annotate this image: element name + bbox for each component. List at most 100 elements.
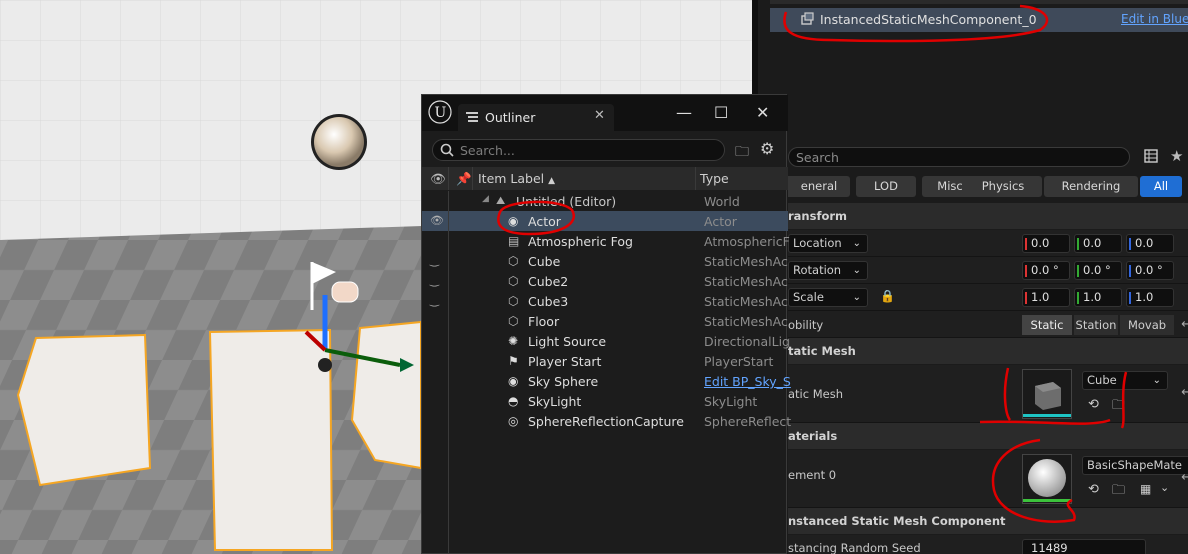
random-seed-field[interactable]: 11489 [1022,539,1146,554]
static-mesh-value: Cube [1087,373,1117,387]
location-y[interactable]: 0.0 [1074,234,1122,253]
mobility-label: obility [788,318,824,332]
hidden-eye-icon[interactable]: ‿ [430,274,439,287]
filter-all[interactable]: All [1140,176,1182,197]
element-0-label: ement 0 [788,468,837,482]
mobility-static[interactable]: Static [1022,315,1072,335]
rotation-dropdown[interactable]: Rotation ⌄ [788,261,868,280]
scale-row: Scale ⌄ 🔒 1.0 1.0 1.0 [788,284,1188,311]
close-window-icon[interactable]: ✕ [756,103,769,122]
list-item-actor[interactable]: 👁 ◉ Actor Actor [422,211,788,231]
list-item-type: StaticMeshAc [704,294,788,309]
chevron-down-icon: ⌄ [852,265,861,276]
chevron-down-icon: ⌄ [852,238,861,249]
close-tab-icon[interactable]: ✕ [594,108,605,123]
location-row: Location ⌄ 0.0 0.0 0.0 [788,230,1188,257]
checker-icon[interactable]: ▦ [1140,482,1151,496]
maximize-icon[interactable]: ☐ [714,103,728,122]
material-dropdown[interactable]: BasicShapeMate [1082,456,1188,475]
edit-in-blueprint-link[interactable]: Edit in Blueprint [1121,12,1188,26]
mobility-movable[interactable]: Movab [1120,315,1174,335]
minimize-icon[interactable]: — [676,103,692,122]
location-label: Location [793,236,842,250]
list-item-cube[interactable]: ‿ ⬡ Cube StaticMeshAc [422,251,788,271]
actor-icon: ◉ [508,374,519,388]
section-static-mesh[interactable]: tatic Mesh [788,338,1188,364]
list-item-label: Floor [528,314,560,329]
rotation-z[interactable]: 0.0 ° [1126,261,1174,280]
favorite-star-icon[interactable]: ★ [1170,147,1183,165]
filter-physics[interactable]: Physics [964,176,1042,197]
column-divider[interactable] [448,167,449,190]
section-transform[interactable]: ransform [788,203,1188,229]
filter-general[interactable]: eneral [788,176,850,197]
static-mesh-dropdown[interactable]: Cube ⌄ [1082,371,1168,390]
reset-arrow-icon[interactable]: ↩ [1181,385,1188,400]
component-row-selected[interactable]: InstancedStaticMeshComponent_0 Edit in B… [770,8,1188,32]
rotation-y[interactable]: 0.0 ° [1074,261,1122,280]
use-selected-icon[interactable]: ⟲ [1088,482,1099,497]
filter-lod[interactable]: LOD [856,176,916,197]
location-x[interactable]: 0.0 [1022,234,1070,253]
section-materials[interactable]: aterials [788,423,1188,449]
pin-column-icon[interactable]: 📌 [456,171,472,187]
editor-root: InstancedStaticMeshComponent_0 Edit in B… [0,0,1188,554]
filter-rendering[interactable]: Rendering [1044,176,1138,197]
chevron-down-icon[interactable]: ⌄ [1160,481,1169,494]
visibility-eye-icon[interactable]: 👁 [430,214,444,227]
list-item-skylight[interactable]: ◓ SkyLight SkyLight [422,391,788,411]
type-header[interactable]: Type [700,171,729,186]
location-dropdown[interactable]: Location ⌄ [788,234,868,253]
list-item-label: Untitled (Editor) [516,194,617,209]
lock-icon[interactable]: 🔒 [880,289,895,303]
browse-folder-icon[interactable]: 🗀 [1112,396,1125,418]
use-selected-icon[interactable]: ⟲ [1088,397,1099,412]
column-divider[interactable] [695,167,696,190]
svg-text:U: U [435,105,447,121]
world-icon: ⛰ [496,194,506,207]
list-item-cube2[interactable]: ‿ ⬡ Cube2 StaticMeshAc [422,271,788,291]
chevron-down-icon: ⌄ [1152,375,1161,386]
section-ism[interactable]: nstanced Static Mesh Component [788,508,1188,534]
outliner-search-input[interactable]: Search... [432,139,725,161]
column-divider[interactable] [472,167,473,190]
list-item-label: Atmospheric Fog [528,234,633,249]
list-item-label: Cube [528,254,561,269]
list-item-world[interactable]: ◢ ⛰ Untitled (Editor) World [422,191,788,211]
list-item-cube3[interactable]: ‿ ⬡ Cube3 StaticMeshAc [422,291,788,311]
hidden-eye-icon[interactable]: ‿ [430,254,439,267]
list-item-sphere-reflection-capture[interactable]: ◎ SphereReflectionCapture SphereReflect [422,411,791,431]
player-start-icon: ⚑ [508,354,519,368]
details-panel: InstancedStaticMeshComponent_0 Edit in B… [752,0,1188,554]
material-thumbnail[interactable] [1022,454,1072,504]
scale-dropdown[interactable]: Scale ⌄ [788,288,868,307]
list-item-floor[interactable]: ⬡ Floor StaticMeshAc [422,311,788,331]
list-item-atmospheric-fog[interactable]: ▤ Atmospheric Fog AtmosphericF [422,231,790,251]
list-item-sky-sphere[interactable]: ◉ Sky Sphere Edit BP_Sky_S [422,371,791,391]
gear-icon[interactable]: ⚙ [760,139,774,158]
expand-arrow-icon[interactable]: ◢ [482,194,489,204]
instanced-mesh-icon [801,12,814,25]
list-item-player-start[interactable]: ⚑ Player Start PlayerStart [422,351,788,371]
table-view-icon[interactable] [1144,149,1158,163]
list-item-light-source[interactable]: ✺ Light Source DirectionalLig [422,331,790,351]
reset-arrow-icon[interactable]: ↩ [1181,470,1188,485]
mobility-stationary[interactable]: Station [1074,315,1118,335]
edit-blueprint-link[interactable]: Edit BP_Sky_S [704,374,791,389]
tab-outliner[interactable]: Outliner ✕ [458,104,614,131]
rotation-x[interactable]: 0.0 ° [1022,261,1070,280]
item-label-header[interactable]: Item Label ▲ [478,171,555,186]
outliner-titlebar[interactable]: U Outliner ✕ — ☐ ✕ [422,95,788,131]
scale-z[interactable]: 1.0 [1126,288,1174,307]
hidden-eye-icon[interactable]: ‿ [430,294,439,307]
list-item-label: SphereReflectionCapture [528,414,684,429]
scale-y[interactable]: 1.0 [1074,288,1122,307]
location-z[interactable]: 0.0 [1126,234,1174,253]
add-folder-icon[interactable]: 🗀 [735,141,749,165]
reset-arrow-icon[interactable]: ↩ [1181,317,1188,332]
visibility-column-icon[interactable]: 👁 [430,171,446,187]
browse-folder-icon[interactable]: 🗀 [1112,481,1125,503]
static-mesh-thumbnail[interactable] [1022,369,1072,419]
details-search-input[interactable]: Search [788,147,1130,167]
scale-x[interactable]: 1.0 [1022,288,1070,307]
